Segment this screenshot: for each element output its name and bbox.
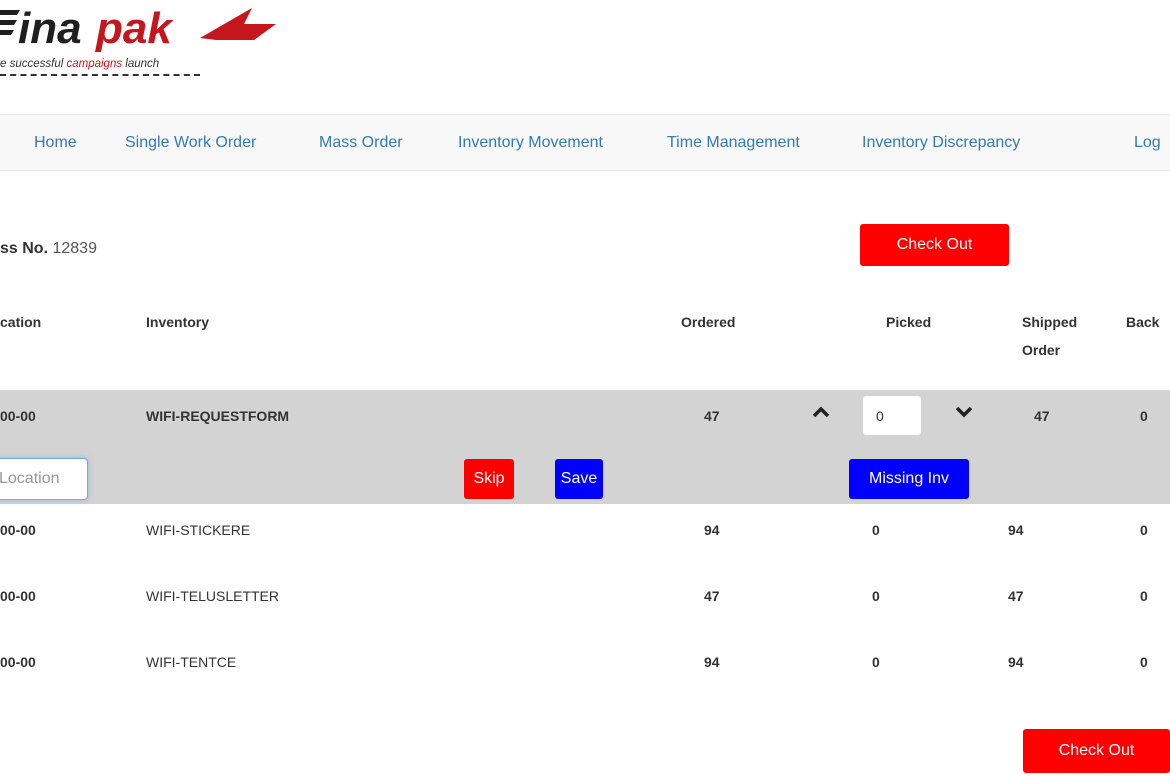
row-inventory: WIFI-STICKERE (146, 522, 251, 538)
active-row-location: 00-00 (0, 408, 36, 424)
nav-logout[interactable]: Log (1134, 115, 1161, 170)
header-inventory: Inventory (146, 314, 210, 330)
mass-order-number: ss No. 12839 (0, 240, 97, 258)
mass-order-value: 12839 (52, 240, 97, 257)
mass-order-label: ss No. (0, 240, 49, 257)
tagline-emphasis: campaigns (66, 58, 123, 70)
nav-inventory-discrepancy[interactable]: Inventory Discrepancy (862, 115, 1020, 170)
location-input[interactable] (0, 458, 88, 500)
logo-wordmark-left: ina (18, 4, 82, 53)
save-button[interactable]: Save (555, 459, 603, 499)
nav-inventory-movement[interactable]: Inventory Movement (458, 115, 603, 170)
nav-time-management[interactable]: Time Management (667, 115, 800, 170)
row-ordered: 94 (704, 522, 720, 538)
header-back: Back (1126, 314, 1160, 330)
row-ordered: 47 (704, 588, 720, 604)
row-back: 0 (1140, 588, 1148, 604)
logo-divider (0, 74, 200, 76)
row-picked: 0 (872, 522, 880, 538)
row-back: 0 (1140, 654, 1148, 670)
logo-tagline: e successful campaigns launch (0, 58, 159, 70)
active-row-back: 0 (1140, 408, 1148, 424)
row-shipped: 47 (1008, 588, 1024, 604)
active-row-shipped: 47 (1034, 408, 1050, 424)
row-location: 00-00 (0, 588, 36, 604)
logo-wordmark-right: pak (95, 4, 174, 53)
row-location: 00-00 (0, 522, 36, 538)
checkout-button-top[interactable]: Check Out (860, 224, 1009, 266)
active-row-inventory: WIFI-REQUESTFORM (146, 408, 290, 424)
tagline-suffix: launch (122, 58, 160, 70)
row-inventory: WIFI-TELUSLETTER (146, 588, 280, 604)
skip-button[interactable]: Skip (464, 459, 514, 499)
row-inventory: WIFI-TENTCE (146, 654, 237, 670)
header-ordered: Ordered (681, 314, 736, 330)
brand-logo[interactable]: ina pak e successful campaigns launch (0, 0, 290, 100)
main-navbar: Home Single Work Order Mass Order Invent… (0, 114, 1170, 171)
tagline-prefix: e successful (0, 58, 67, 70)
logo-mark-icon: ina pak (0, 4, 276, 53)
missing-inventory-button[interactable]: Missing Inv (849, 459, 969, 499)
decrement-picked-icon[interactable] (954, 405, 974, 419)
checkout-button-bottom[interactable]: Check Out (1023, 729, 1170, 773)
row-picked: 0 (872, 588, 880, 604)
header-shipped: Shipped (1022, 314, 1078, 330)
row-location: 00-00 (0, 654, 36, 670)
row-ordered: 94 (704, 654, 720, 670)
row-shipped: 94 (1008, 654, 1024, 670)
active-row-ordered: 47 (704, 408, 720, 424)
row-picked: 0 (872, 654, 880, 670)
increment-picked-icon[interactable] (811, 405, 831, 419)
header-location: cation (0, 314, 42, 330)
nav-mass-order[interactable]: Mass Order (319, 115, 403, 170)
nav-home[interactable]: Home (34, 115, 77, 170)
picked-quantity-input[interactable] (863, 396, 921, 435)
row-back: 0 (1140, 522, 1148, 538)
header-order: Order (1022, 342, 1061, 358)
row-shipped: 94 (1008, 522, 1024, 538)
header-picked: Picked (886, 314, 932, 330)
nav-single-work-order[interactable]: Single Work Order (125, 115, 256, 170)
